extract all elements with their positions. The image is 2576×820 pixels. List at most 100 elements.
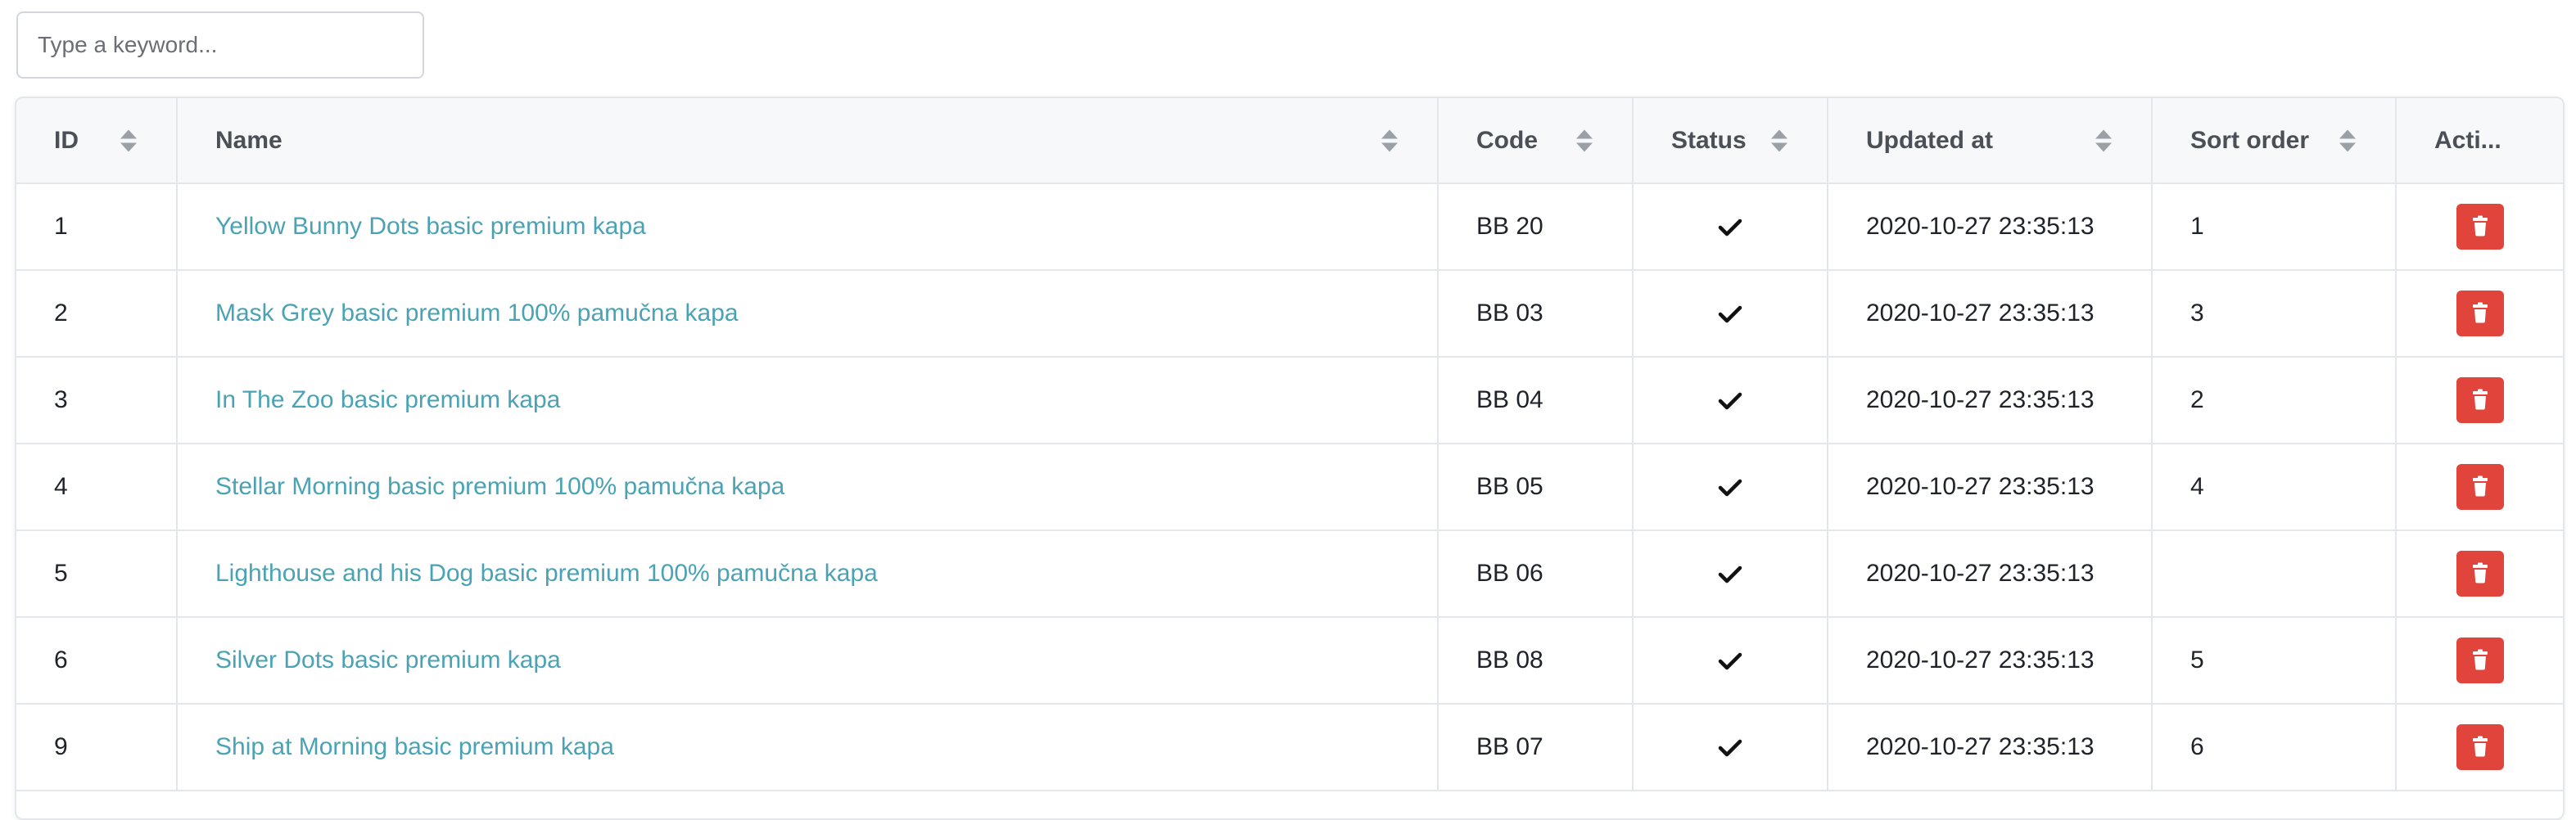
cell-id: 9 [16, 704, 178, 791]
trash-icon [2471, 562, 2489, 586]
sort-icon[interactable] [120, 129, 137, 151]
product-link[interactable]: In The Zoo basic premium kapa [215, 386, 560, 413]
cell-id: 5 [16, 530, 178, 618]
table-row: 4 Stellar Morning basic premium 100% pamu… [16, 444, 2563, 531]
check-icon [1718, 213, 1742, 240]
sort-icon[interactable] [1576, 129, 1593, 151]
trash-icon [2471, 389, 2489, 412]
check-icon [1718, 300, 1742, 327]
product-link[interactable]: Yellow Bunny Dots basic premium kapa [215, 213, 646, 240]
table-row: 5 Lighthouse and his Dog basic premium 10… [16, 530, 2563, 618]
cell-code: BB 06 [1438, 530, 1634, 618]
cell-status [1633, 183, 1828, 271]
cell-sort-order: 3 [2152, 270, 2397, 358]
delete-button[interactable] [2456, 291, 2504, 336]
cell-status [1633, 530, 1828, 618]
column-header-actions: Acti... [2396, 98, 2563, 184]
cell-status [1633, 357, 1828, 444]
cell-id: 6 [16, 617, 178, 705]
delete-button[interactable] [2456, 377, 2504, 423]
cell-sort-order: 5 [2152, 617, 2397, 705]
column-header-status[interactable]: Status [1633, 98, 1828, 184]
table-row: 1 Yellow Bunny Dots basic premium kapa BB … [16, 183, 2563, 271]
delete-button[interactable] [2456, 551, 2504, 597]
cell-updated-at: 2020-10-27 23:35:13 [1828, 183, 2153, 271]
cell-actions [2396, 357, 2563, 444]
sort-icon[interactable] [2095, 129, 2112, 151]
cell-actions [2396, 270, 2563, 358]
cell-code: BB 03 [1438, 270, 1634, 358]
delete-button[interactable] [2456, 204, 2504, 250]
cell-status [1633, 617, 1828, 705]
cell-sort-order: 6 [2152, 704, 2397, 791]
delete-button[interactable] [2456, 724, 2504, 770]
product-link[interactable]: Lighthouse and his Dog basic premium 100… [215, 560, 878, 587]
table-row: 3 In The Zoo basic premium kapa BB 04 2020-… [16, 357, 2563, 444]
search-input[interactable] [16, 11, 424, 79]
cell-updated-at: 2020-10-27 23:35:13 [1828, 617, 2153, 705]
trash-icon [2471, 649, 2489, 673]
cell-name: Lighthouse and his Dog basic premium 100… [177, 530, 1439, 618]
check-icon [1718, 560, 1742, 587]
cell-updated-at: 2020-10-27 23:35:13 [1828, 444, 2153, 531]
cell-code: BB 20 [1438, 183, 1634, 271]
cell-name: Mask Grey basic premium 100% pamučna kap… [177, 270, 1439, 358]
sort-icon[interactable] [2339, 129, 2356, 151]
cell-sort-order: 2 [2152, 357, 2397, 444]
cell-actions [2396, 704, 2563, 791]
column-header-updated-at[interactable]: Updated at [1828, 98, 2153, 184]
cell-name: Yellow Bunny Dots basic premium kapa [177, 183, 1439, 271]
delete-button[interactable] [2456, 638, 2504, 683]
product-link[interactable]: Ship at Morning basic premium kapa [215, 733, 614, 760]
cell-actions [2396, 183, 2563, 271]
sort-icon[interactable] [1771, 129, 1787, 151]
trash-icon [2471, 736, 2489, 759]
cell-updated-at: 2020-10-27 23:35:13 [1828, 270, 2153, 358]
delete-button[interactable] [2456, 464, 2504, 510]
sort-icon[interactable] [1381, 129, 1398, 151]
column-header-sort-order[interactable]: Sort order [2152, 98, 2397, 184]
cell-actions [2396, 617, 2563, 705]
product-link[interactable]: Silver Dots basic premium kapa [215, 647, 561, 674]
cell-name: Ship at Morning basic premium kapa [177, 704, 1439, 791]
cell-status [1633, 444, 1828, 531]
cell-name: Stellar Morning basic premium 100% pamuč… [177, 444, 1439, 531]
product-link[interactable]: Stellar Morning basic premium 100% pamuč… [215, 473, 784, 500]
column-header-code[interactable]: Code [1438, 98, 1634, 184]
cell-actions [2396, 444, 2563, 531]
cell-id: 2 [16, 270, 178, 358]
cell-code: BB 04 [1438, 357, 1634, 444]
column-header-name[interactable]: Name [177, 98, 1439, 184]
product-link[interactable]: Mask Grey basic premium 100% pamučna kap… [215, 300, 739, 327]
check-icon [1718, 386, 1742, 413]
column-header-id[interactable]: ID [16, 98, 178, 184]
data-table: ID Name Code Status Updated at Sort orde… [15, 97, 2565, 820]
cell-sort-order [2152, 530, 2397, 618]
trash-icon [2471, 302, 2489, 326]
cell-status [1633, 270, 1828, 358]
cell-code: BB 08 [1438, 617, 1634, 705]
cell-status [1633, 704, 1828, 791]
trash-icon [2471, 475, 2489, 499]
cell-code: BB 05 [1438, 444, 1634, 531]
cell-name: Silver Dots basic premium kapa [177, 617, 1439, 705]
cell-actions [2396, 530, 2563, 618]
cell-id: 1 [16, 183, 178, 271]
cell-updated-at: 2020-10-27 23:35:13 [1828, 530, 2153, 618]
cell-sort-order: 1 [2152, 183, 2397, 271]
cell-sort-order: 4 [2152, 444, 2397, 531]
check-icon [1718, 733, 1742, 760]
table-row: 2 Mask Grey basic premium 100% pamučna ka… [16, 270, 2563, 358]
cell-updated-at: 2020-10-27 23:35:13 [1828, 357, 2153, 444]
cell-code: BB 07 [1438, 704, 1634, 791]
check-icon [1718, 473, 1742, 500]
table-row: 6 Silver Dots basic premium kapa BB 08 2020… [16, 617, 2563, 705]
trash-icon [2471, 215, 2489, 239]
check-icon [1718, 647, 1742, 674]
cell-id: 3 [16, 357, 178, 444]
cell-id: 4 [16, 444, 178, 531]
cell-name: In The Zoo basic premium kapa [177, 357, 1439, 444]
cell-updated-at: 2020-10-27 23:35:13 [1828, 704, 2153, 791]
table-header-row: ID Name Code Status Updated at Sort orde… [16, 98, 2563, 184]
table-row: 9 Ship at Morning basic premium kapa BB 07… [16, 704, 2563, 791]
